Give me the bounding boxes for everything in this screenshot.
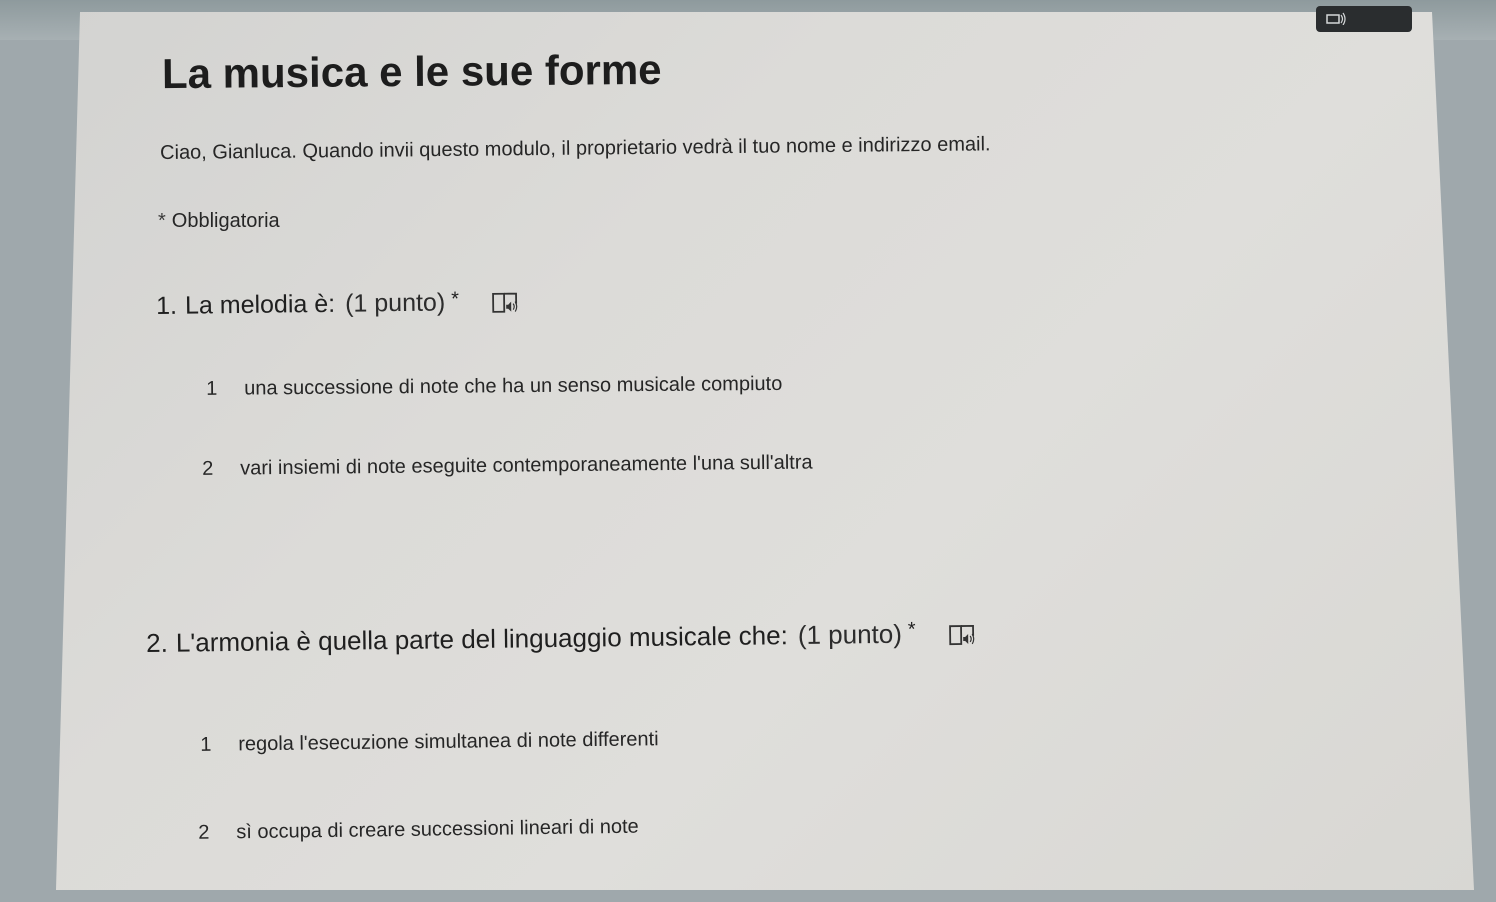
question-text: L'armonia è quella parte del linguaggio … <box>175 620 789 658</box>
required-star: * <box>158 210 166 232</box>
immersive-reader-icon[interactable] <box>947 622 977 648</box>
question-number: 2. <box>146 627 169 658</box>
required-note: * Obbligatoria <box>158 210 280 233</box>
question-required-star: * <box>451 288 460 311</box>
question-points: (1 punto) <box>797 618 903 651</box>
question-required-star: * <box>907 618 916 641</box>
immersive-reader-icon[interactable] <box>490 290 520 316</box>
form-title: La musica e le sue forme <box>161 45 662 98</box>
question-1: 1. La melodia è: (1 punto) * <box>156 288 520 321</box>
immersive-reader-toolbar-button[interactable] <box>1316 6 1412 32</box>
question-text: La melodia è: <box>184 289 336 320</box>
choice-label: regola l'esecuzione simultanea di note d… <box>238 728 659 756</box>
choice-label: sì occupa di creare successioni lineari … <box>236 815 639 844</box>
choice-key: 2 <box>202 457 214 480</box>
choice-key: 2 <box>198 821 210 844</box>
question-number: 1. <box>156 291 178 320</box>
choice-key: 1 <box>200 733 212 756</box>
question-points: (1 punto) <box>344 288 446 318</box>
required-label: Obbligatoria <box>171 210 280 232</box>
choice-key: 1 <box>206 377 218 400</box>
choice-label: una successione di note che ha un senso … <box>244 372 783 400</box>
choice-label: vari insiemi di note eseguite contempora… <box>240 451 813 480</box>
speaker-icon <box>1326 12 1346 26</box>
